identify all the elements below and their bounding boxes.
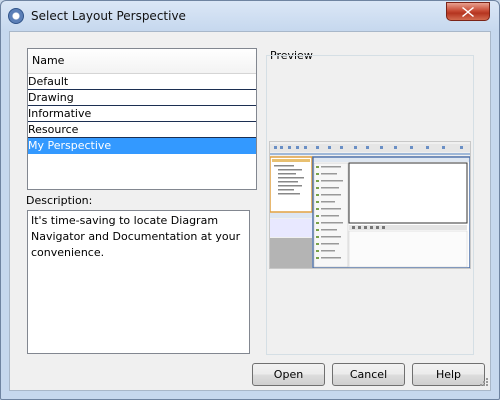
description-text[interactable]: It's time-saving to locate Diagram Navig… (27, 210, 250, 354)
dialog-body: Name Default Drawing Informative Resourc… (9, 31, 491, 391)
open-button[interactable]: Open (252, 363, 325, 386)
list-item-my-perspective[interactable]: My Perspective (28, 138, 256, 154)
list-item-drawing[interactable]: Drawing (28, 90, 256, 106)
perspective-list[interactable]: Name Default Drawing Informative Resourc… (27, 48, 257, 190)
list-item-informative[interactable]: Informative (28, 106, 256, 122)
app-icon (8, 8, 24, 24)
close-icon (462, 7, 474, 17)
close-button[interactable] (446, 2, 490, 21)
dialog-window: Select Layout Perspective Name Default D… (0, 0, 500, 400)
window-title: Select Layout Perspective (31, 9, 186, 23)
list-header-name[interactable]: Name (28, 49, 256, 74)
help-button[interactable]: Help (412, 363, 485, 386)
list-item-default[interactable]: Default (28, 74, 256, 90)
resize-grip-icon[interactable] (478, 378, 488, 388)
cancel-button[interactable]: Cancel (332, 363, 405, 386)
description-label: Description: (26, 194, 93, 207)
preview-image (269, 141, 471, 269)
list-item-resource[interactable]: Resource (28, 122, 256, 138)
title-bar[interactable]: Select Layout Perspective (1, 1, 499, 31)
